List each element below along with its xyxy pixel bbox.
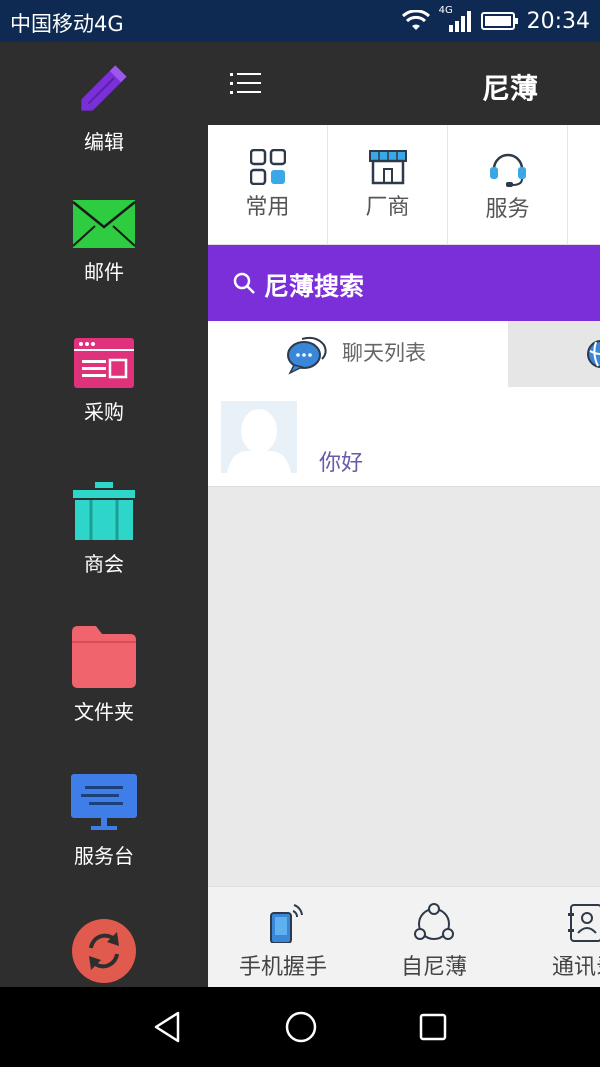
bottom-nav-contacts[interactable]: 通讯录 — [510, 887, 600, 987]
share-circle-icon — [414, 903, 454, 940]
shop-icon — [368, 150, 407, 185]
bottom-nav-phone-handshake[interactable]: 手机握手 — [208, 887, 358, 987]
phone-signal-icon — [270, 904, 303, 943]
status-bar: 中国移动4G 4G 20:34 — [0, 0, 600, 42]
browser-window-icon — [74, 338, 134, 388]
chat-bubble-icon — [287, 336, 327, 375]
quick-nav: 常用 厂商 服务 — [208, 125, 600, 245]
recents-button[interactable] — [418, 1009, 448, 1045]
sidebar-item-label: 邮件 — [84, 260, 124, 284]
bottom-nav-self[interactable]: 自尼薄 — [359, 887, 509, 987]
sidebar-item-label: 编辑 — [84, 130, 124, 154]
quick-nav-label: 常用 — [245, 195, 290, 220]
chat-message-preview: 你好 — [319, 451, 364, 476]
contacts-icon — [568, 904, 600, 942]
sidebar-item-purchase[interactable]: 采购 — [0, 338, 208, 425]
monitor-icon — [71, 774, 137, 830]
wifi-icon — [401, 10, 430, 30]
avatar — [221, 401, 297, 473]
box-icon — [73, 482, 135, 540]
folder-icon — [72, 626, 136, 688]
menu-icon[interactable] — [230, 70, 264, 98]
search-label: 尼薄搜索 — [264, 272, 365, 301]
bottom-nav-label: 自尼薄 — [400, 955, 467, 980]
system-nav-bar — [0, 987, 600, 1067]
bottom-nav: 手机握手 自尼薄 通讯录 — [208, 886, 600, 987]
sidebar-item-folder[interactable]: 文件夹 — [0, 626, 208, 725]
sidebar-item-label: 服务台 — [74, 844, 134, 868]
search-bar[interactable]: 尼薄搜索 — [208, 245, 600, 321]
sidebar: 编辑 邮件 采购 商会 文件夹 服务台 — [0, 42, 208, 987]
status-icons: 4G 20:34 — [401, 5, 590, 36]
mail-icon — [73, 200, 135, 248]
clock: 20:34 — [526, 8, 590, 34]
tab-chat-list-label: 聊天列表 — [342, 341, 426, 365]
quick-nav-label: 厂商 — [365, 195, 410, 220]
headset-icon — [489, 153, 526, 187]
tab-chat-list[interactable]: 聊天列表 — [208, 321, 508, 387]
back-button[interactable] — [150, 1009, 184, 1045]
default-avatar-icon — [221, 401, 297, 473]
sidebar-item-label: 采购 — [84, 400, 124, 424]
search-icon — [233, 272, 255, 294]
quick-nav-common[interactable]: 常用 — [208, 125, 328, 245]
refresh-icon — [72, 919, 136, 983]
globe-icon[interactable] — [586, 339, 600, 369]
tab-bar: 聊天列表 — [208, 321, 600, 387]
chat-list-item[interactable]: 你好 — [208, 387, 600, 487]
sidebar-item-mail[interactable]: 邮件 — [0, 200, 208, 285]
pencil-icon — [81, 65, 127, 111]
bottom-nav-label: 手机握手 — [238, 955, 327, 980]
battery-icon — [480, 12, 518, 30]
grid-icon — [249, 149, 286, 185]
page-title: 尼薄 — [481, 72, 538, 105]
sidebar-item-refresh[interactable] — [0, 918, 208, 987]
quick-nav-vendor[interactable]: 厂商 — [328, 125, 448, 245]
home-button[interactable] — [283, 1009, 319, 1045]
main-content: 常用 厂商 服务 尼薄搜索 聊天列表 你好 — [208, 125, 600, 987]
carrier-label: 中国移动4G — [10, 12, 124, 36]
sidebar-item-label: 商会 — [84, 552, 124, 576]
sidebar-item-edit[interactable]: 编辑 — [0, 58, 208, 155]
sidebar-item-label: 文件夹 — [74, 700, 134, 724]
quick-nav-service[interactable]: 服务 — [448, 125, 568, 245]
quick-nav-more[interactable] — [568, 125, 600, 245]
app-header: 尼薄 — [208, 42, 600, 125]
sidebar-item-service-desk[interactable]: 服务台 — [0, 774, 208, 869]
signal-icon: 4G — [439, 5, 473, 33]
bottom-nav-label: 通讯录 — [551, 955, 600, 980]
sidebar-item-chamber[interactable]: 商会 — [0, 482, 208, 577]
quick-nav-label: 服务 — [485, 197, 530, 222]
